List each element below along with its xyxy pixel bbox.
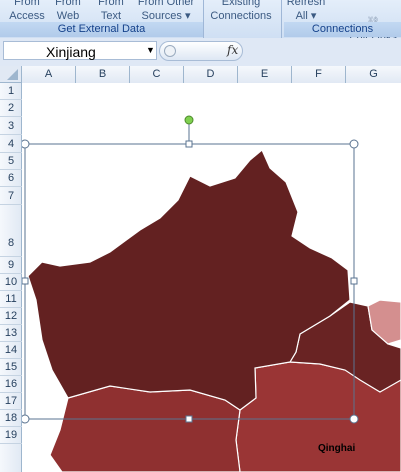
column-header: A B C D E F G [0,66,401,84]
resize-handle-icon[interactable] [185,140,193,148]
row-header-18[interactable]: 18 [0,410,22,427]
select-all-corner[interactable] [0,66,22,83]
row-header-11[interactable]: 11 [0,291,22,308]
row-header-13[interactable]: 13 [0,325,22,342]
worksheet-grid[interactable]: Qinghai [22,83,401,472]
resize-handle-icon[interactable] [350,277,358,285]
china-province-map: Qinghai [22,115,401,472]
column-header-d[interactable]: D [184,66,238,83]
row-header-4[interactable]: 4 [0,135,22,153]
resize-handle-icon[interactable] [22,139,30,149]
insert-function-button[interactable]: fx [227,43,238,57]
get-external-data-group-label: Get External Data [0,22,203,37]
row-header-16[interactable]: 16 [0,376,22,393]
row-header: 1 2 3 4 5 6 7 8 9 10 11 12 13 14 15 16 1… [0,83,22,472]
row-header-17[interactable]: 17 [0,393,22,410]
name-box[interactable]: Xinjiang ▼ [3,41,157,60]
resize-handle-icon[interactable] [22,414,30,424]
column-header-b[interactable]: B [76,66,130,83]
row-header-1[interactable]: 1 [0,83,22,100]
qinghai-label: Qinghai [318,443,355,454]
column-header-a[interactable]: A [22,66,76,83]
existing-connections-button[interactable]: Existing Connections [206,0,276,23]
row-header-19[interactable]: 19 [0,427,22,444]
ribbon-separator [203,0,204,38]
row-header-10[interactable]: 10 [0,274,22,291]
row-header-12[interactable]: 12 [0,308,22,325]
from-access-button[interactable]: From Access [6,0,48,23]
expand-circle-icon[interactable] [164,45,176,57]
from-text-button[interactable]: From Text [94,0,128,23]
row-header-2[interactable]: 2 [0,100,22,117]
ribbon: From Access From Web From Text From Othe… [0,0,401,43]
row-header-8[interactable]: 8 [0,205,22,257]
resize-handle-icon[interactable] [185,415,193,423]
resize-handle-icon[interactable] [349,139,359,149]
resize-handle-icon[interactable] [349,414,359,424]
ribbon-separator [281,0,282,38]
rotation-handle-icon[interactable] [184,115,194,125]
from-other-sources-button[interactable]: From Other Sources ▾ [132,0,200,23]
select-all-triangle-icon [7,69,18,80]
resize-handle-icon[interactable] [22,277,29,285]
refresh-all-button[interactable]: Refresh All ▾ [286,0,326,23]
row-header-6[interactable]: 6 [0,170,22,187]
row-header-5[interactable]: 5 [0,153,22,170]
column-header-c[interactable]: C [130,66,184,83]
connections-group-label: Connections [284,22,401,37]
name-box-value: Xinjiang [46,44,96,60]
column-header-g[interactable]: G [346,66,401,83]
column-header-f[interactable]: F [292,66,346,83]
chevron-down-icon[interactable]: ▼ [146,45,155,55]
row-header-3[interactable]: 3 [0,117,22,135]
row-header-9[interactable]: 9 [0,257,22,274]
row-header-7[interactable]: 7 [0,187,22,205]
tibet-shape[interactable] [49,385,241,472]
from-web-button[interactable]: From Web [52,0,84,23]
row-header-14[interactable]: 14 [0,342,22,359]
column-header-e[interactable]: E [238,66,292,83]
row-header-15[interactable]: 15 [0,359,22,376]
